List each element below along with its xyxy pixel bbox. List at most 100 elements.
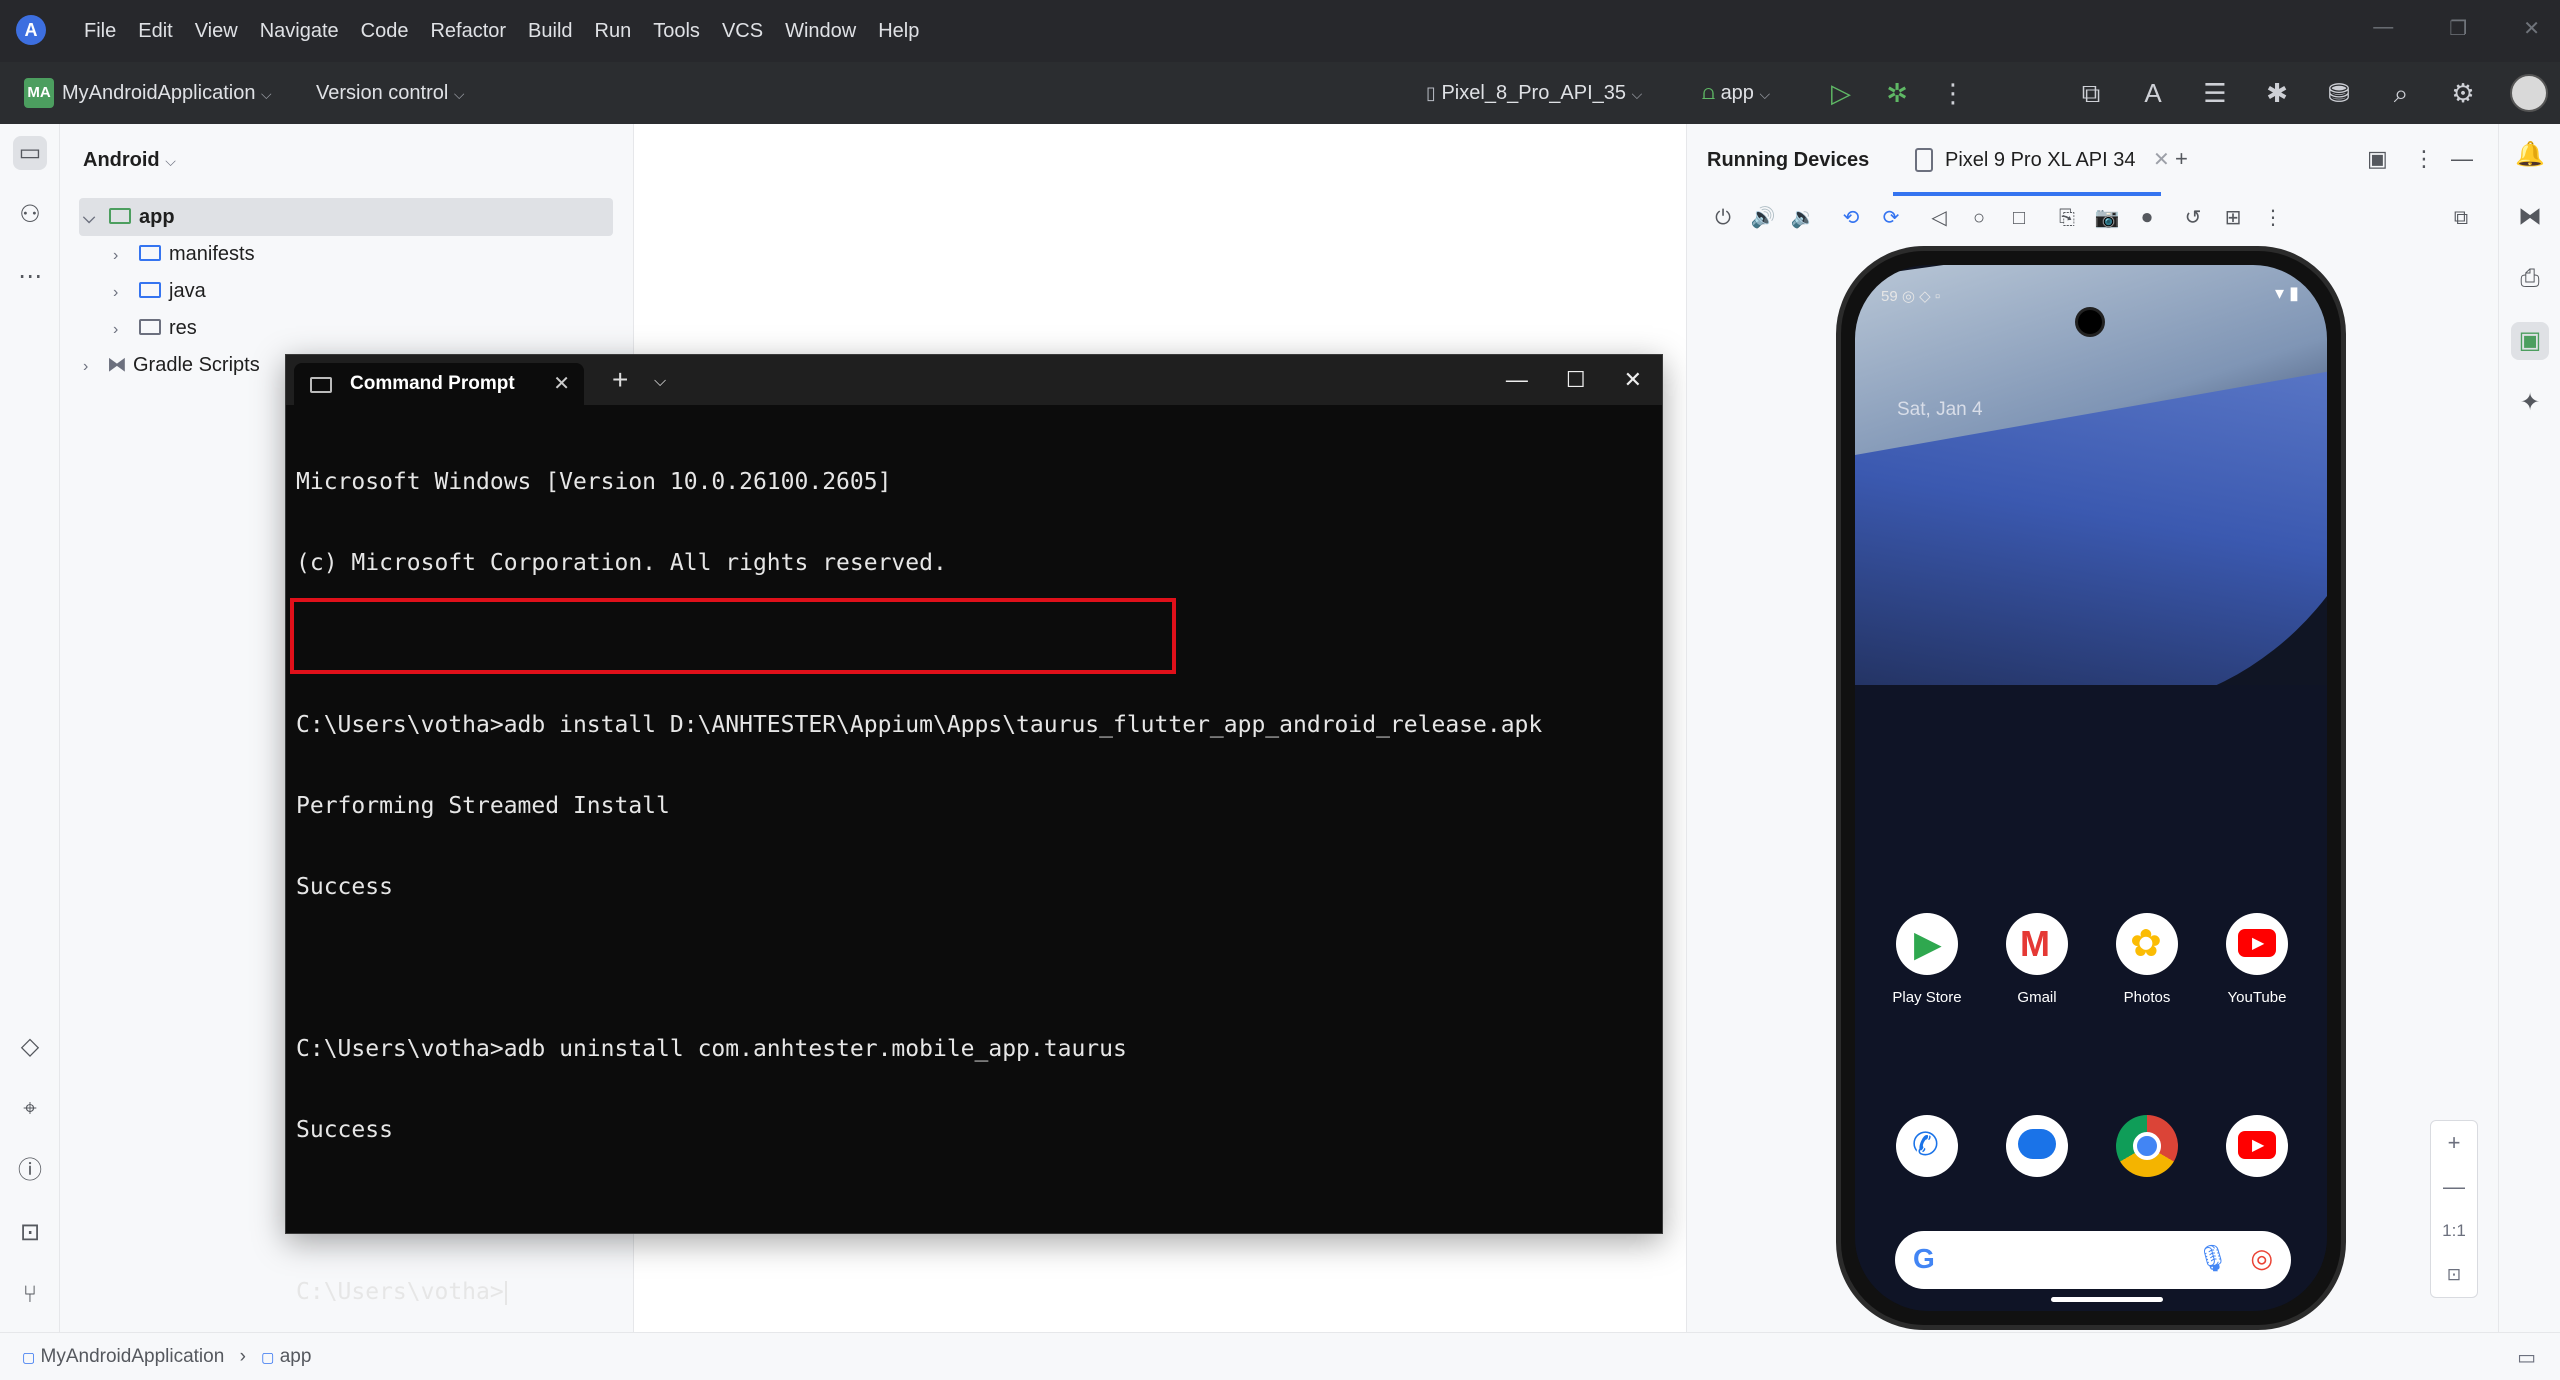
maximize-icon[interactable]: ☐ (1566, 365, 1586, 395)
device-tab[interactable]: Pixel 9 Pro XL API 34 ✕ (1915, 124, 2170, 196)
close-tab-icon[interactable]: ✕ (2153, 149, 2170, 171)
extended-controls-icon[interactable]: ⊞ (2217, 202, 2249, 234)
device-manager-icon[interactable]: ⛃ (2322, 76, 2356, 110)
back-icon[interactable]: ◁ (1923, 202, 1955, 234)
close-icon[interactable]: ✕ (2523, 16, 2540, 41)
more-tools-icon[interactable]: ⋯ (13, 260, 47, 294)
search-icon[interactable]: ⌕ (2384, 76, 2418, 110)
emulator-screen[interactable]: 59 ◎ ◇ ▫ ▾ ▮ Sat, Jan 4 ▶ Play Store M G… (1855, 265, 2327, 1311)
zoom-actual-size-button[interactable]: 1:1 (2431, 1209, 2477, 1253)
power-icon[interactable]: ⏻ (1707, 202, 1739, 234)
tree-item-java[interactable]: › java (113, 273, 206, 309)
zoom-out-icon[interactable]: — (2431, 1165, 2477, 1209)
command-prompt-window[interactable]: Command Prompt ✕ + ⌵ — ☐ ✕ Microsoft Win… (285, 354, 1663, 1305)
options-icon[interactable]: ⋮ (2413, 142, 2435, 176)
hide-panel-icon[interactable]: — (2451, 142, 2473, 176)
run-config-selector[interactable]: ⩍ app ⌵ (1702, 62, 1770, 124)
menu-window[interactable]: Window (785, 20, 856, 43)
app-phone-dialer[interactable]: ✆ (1877, 1115, 1977, 1191)
snapshot-icon[interactable]: ⎘ (2051, 202, 2083, 234)
menu-vcs[interactable]: VCS (722, 20, 763, 43)
restore-icon[interactable]: ❐ (2449, 16, 2467, 41)
resource-manager-icon[interactable]: ⚇ (13, 198, 47, 232)
google-lens-icon[interactable]: ◎ (2250, 1243, 2273, 1274)
app-play-store[interactable]: ▶ Play Store (1877, 913, 1977, 1006)
run-icon[interactable]: ▷ (1824, 76, 1858, 110)
close-icon[interactable]: ✕ (1624, 365, 1642, 395)
terminal-titlebar[interactable]: Command Prompt ✕ + ⌵ — ☐ ✕ (286, 355, 1662, 405)
rotate-left-icon[interactable]: ⟲ (1835, 202, 1867, 234)
menu-navigate[interactable]: Navigate (260, 20, 339, 43)
microphone-icon[interactable]: 🎙 (2196, 1243, 2229, 1274)
close-tab-icon[interactable]: ✕ (553, 363, 570, 405)
prompt-line[interactable]: C:\Users\votha> (296, 1279, 1652, 1306)
app-photos[interactable]: ✿ Photos (2097, 913, 2197, 1006)
user-avatar[interactable] (2510, 74, 2548, 112)
app-youtube[interactable]: ▶ YouTube (2207, 913, 2307, 1006)
menu-file[interactable]: File (84, 20, 116, 43)
breadcrumb-item-module[interactable]: app (280, 1346, 312, 1367)
menu-tools[interactable]: Tools (653, 20, 700, 43)
minimize-icon[interactable]: — (1506, 365, 1528, 395)
gradle-icon[interactable]: ⧓ (2511, 198, 2549, 236)
project-view-selector[interactable]: Android ⌵ (83, 142, 176, 178)
menu-view[interactable]: View (195, 20, 238, 43)
notifications-bell-icon[interactable]: 🔔 (2511, 136, 2549, 174)
build-variants-icon[interactable]: ⌖ (13, 1092, 47, 1126)
tree-item-app[interactable]: ⌵ app (83, 199, 175, 235)
breadcrumb-item-project[interactable]: MyAndroidApplication (41, 1346, 225, 1367)
screen-record-icon[interactable]: ⏺ (2131, 202, 2163, 234)
overview-icon[interactable]: □ (2003, 202, 2035, 234)
settings-gear-icon[interactable]: ⚙ (2446, 76, 2480, 110)
project-selector[interactable]: MyAndroidApplication ⌵ (62, 62, 272, 124)
device-selector[interactable]: ▯ Pixel_8_Pro_API_35 ⌵ (1426, 62, 1642, 124)
tree-item-res[interactable]: › res (113, 310, 197, 346)
menu-run[interactable]: Run (595, 20, 632, 43)
screenshot-icon[interactable]: 📷 (2091, 202, 2123, 234)
git-branch-icon[interactable]: ⑂ (13, 1278, 47, 1312)
android-studio-logo-icon[interactable]: A (16, 15, 46, 45)
new-tab-icon[interactable]: + (612, 363, 628, 397)
tab-dropdown-icon[interactable]: ⌵ (654, 367, 666, 397)
terminal-tab[interactable]: Command Prompt ✕ (294, 363, 584, 405)
gesture-nav-bar[interactable] (2051, 1297, 2163, 1302)
menu-help[interactable]: Help (878, 20, 919, 43)
terminal-output[interactable]: Microsoft Windows [Version 10.0.26100.26… (290, 415, 1652, 1305)
menu-refactor[interactable]: Refactor (430, 20, 506, 43)
device-file-explorer-icon[interactable]: ⎙ (2511, 260, 2549, 298)
project-folder-icon[interactable]: ▭ (13, 136, 47, 170)
terminal-icon[interactable]: ⊡ (13, 1216, 47, 1250)
profiler-icon[interactable]: ✱ (2260, 76, 2294, 110)
minimize-icon[interactable]: — (2373, 16, 2393, 41)
device-settings-icon[interactable]: ⧉ (2445, 202, 2477, 234)
debug-icon[interactable]: ✲ (1880, 76, 1914, 110)
problems-icon[interactable]: ⓘ (13, 1154, 47, 1188)
gemini-sparkle-icon[interactable]: ✦ (2511, 384, 2549, 422)
zoom-in-icon[interactable]: + (2431, 1121, 2477, 1165)
add-device-icon[interactable]: + (2175, 142, 2188, 176)
project-badge[interactable]: MA (24, 78, 54, 108)
chat-bubble-icon[interactable]: ▭ (2517, 1345, 2536, 1370)
gem-icon[interactable]: ◇ (13, 1030, 47, 1064)
menu-build[interactable]: Build (528, 20, 572, 43)
reset-icon[interactable]: ↺ (2177, 202, 2209, 234)
structure-icon[interactable]: ☰ (2198, 76, 2232, 110)
zoom-fit-icon[interactable]: ⊡ (2431, 1253, 2477, 1297)
google-search-bar[interactable]: G 🎙 ◎ (1895, 1231, 2291, 1289)
tree-item-gradle-scripts[interactable]: › ⧓ Gradle Scripts (83, 347, 260, 383)
app-chrome[interactable] (2097, 1115, 2197, 1191)
sync-gradle-icon[interactable]: ⧉ (2074, 76, 2108, 110)
menu-edit[interactable]: Edit (138, 20, 172, 43)
running-devices-icon[interactable]: ▣ (2511, 322, 2549, 360)
volume-down-icon[interactable]: 🔉 (1787, 202, 1819, 234)
more-icon[interactable]: ⋮ (2257, 202, 2289, 234)
menu-code[interactable]: Code (361, 20, 409, 43)
app-youtube-music[interactable]: ▶ (2207, 1115, 2307, 1191)
version-control-menu[interactable]: Version control ⌵ (316, 62, 464, 124)
more-actions-icon[interactable]: ⋮ (1936, 76, 1970, 110)
home-icon[interactable]: ○ (1963, 202, 1995, 234)
maximize-panel-icon[interactable]: ▣ (2367, 142, 2388, 176)
app-messages[interactable] (1987, 1115, 2087, 1191)
app-gmail[interactable]: M Gmail (1987, 913, 2087, 1006)
rotate-right-icon[interactable]: ⟳ (1875, 202, 1907, 234)
